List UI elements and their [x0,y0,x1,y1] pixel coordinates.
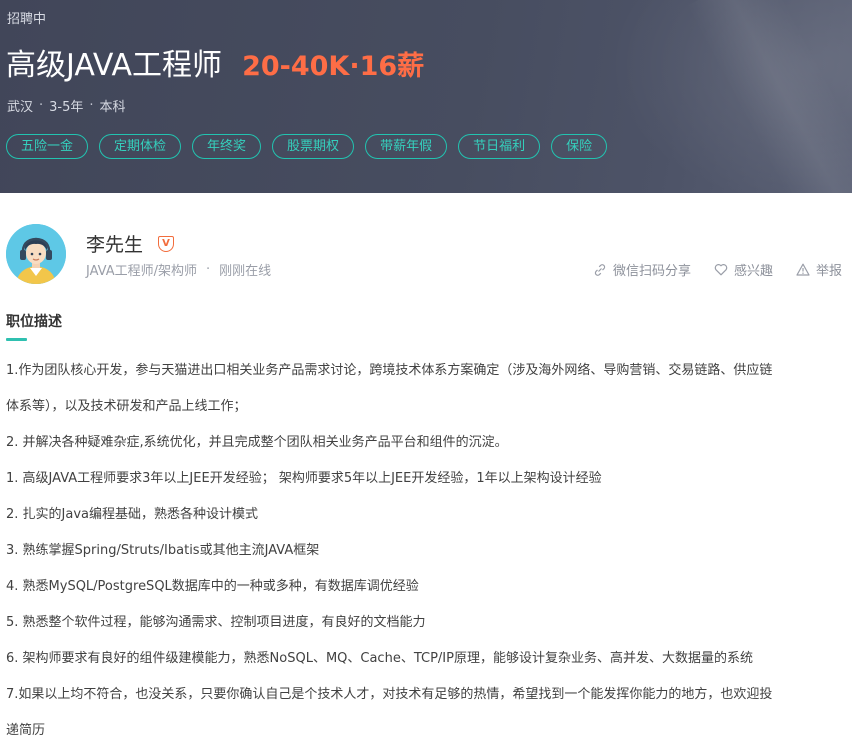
interest-label: 感兴趣 [733,264,773,279]
description-line: 5. 熟悉整个软件过程，能够沟通需求、控制项目进度，有良好的文档能力 [6,615,426,630]
description-line: 递简历 [6,723,46,738]
link-icon [594,263,606,276]
report-button[interactable]: 举报 [796,260,842,279]
share-label: 微信扫码分享 [612,264,691,279]
recruiter-meta: JAVA工程师/架构师 · 刚刚在线 [86,260,271,279]
recruiter-role: JAVA工程师/架构师 [86,264,198,279]
avatar-illustration [6,224,66,284]
benefit-tag: 节日福利 [458,134,541,159]
description-line: 体系等），以及技术研发和产品上线工作； [6,399,247,414]
benefit-tag: 带薪年假 [365,134,448,159]
separator-dot: · [89,98,94,113]
title-row: 高级JAVA工程师 20-40K·16薪 [6,40,424,84]
job-requirements: 武汉 · 3-5年 · 本科 [7,96,126,115]
job-location: 武汉 [7,100,34,115]
description-line: 7.如果以上均不符合，也没关系，只要你确认自己是个技术人才，对技术有足够的热情，… [6,687,773,702]
description-line: 4. 熟悉MySQL/PostgreSQL数据库中的一种或多种，有数据库调优经验 [6,579,419,594]
job-header-banner: 招聘中 高级JAVA工程师 20-40K·16薪 武汉 · 3-5年 · 本科 … [0,0,852,193]
interest-button[interactable]: 感兴趣 [714,260,773,279]
job-status: 招聘中 [7,12,47,27]
benefit-tag: 股票期权 [272,134,355,159]
description-line: 1.作为团队核心开发，参与天猫进出口相关业务产品需求讨论，跨境技术体系方案确定（… [6,363,773,378]
benefit-tag: 年终奖 [192,134,262,159]
job-title: 高级JAVA工程师 [6,48,223,83]
job-actions: 微信扫码分享 感兴趣 举报 [570,260,842,279]
benefit-tag: 保险 [551,134,608,159]
job-experience: 3-5年 [49,100,84,115]
report-label: 举报 [815,264,842,279]
description-line: 2. 扎实的Java编程基础，熟悉各种设计模式 [6,507,258,522]
warning-icon [796,263,810,276]
description-line: 2. 并解决各种疑难杂症,系统优化，并且完成整个团队相关业务产品平台和组件的沉淀… [6,435,508,450]
recruiter-name: 李先生 [86,234,144,256]
recruiter-online-status: 刚刚在线 [219,264,272,279]
section-title: 职位描述 [6,314,62,330]
salary: 20-40K·16薪 [242,51,425,82]
section-title-underline [6,338,27,341]
benefit-tag: 定期体检 [99,134,182,159]
separator-dot: · [39,98,44,113]
job-description: 1.作为团队核心开发，参与天猫进出口相关业务产品需求讨论，跨境技术体系方案确定（… [6,353,846,749]
recruiter-avatar[interactable] [6,224,66,284]
verified-badge-icon: V [158,235,175,252]
job-education: 本科 [99,100,126,115]
benefit-tag: 五险一金 [6,134,89,159]
separator-dot: · [206,262,211,277]
heart-icon [714,264,728,276]
description-line: 6. 架构师要求有良好的组件级建模能力，熟悉NoSQL、MQ、Cache、TCP… [6,651,753,666]
share-wechat-button[interactable]: 微信扫码分享 [593,260,691,279]
recruiter-name-row: 李先生 V [86,230,175,257]
description-line: 3. 熟练掌握Spring/Struts/Ibatis或其他主流JAVA框架 [6,543,320,558]
benefit-tags: 五险一金 定期体检 年终奖 股票期权 带薪年假 节日福利 保险 [6,134,618,159]
description-line: 1. 高级JAVA工程师要求3年以上JEE开发经验； 架构师要求5年以上JEE开… [6,471,602,486]
